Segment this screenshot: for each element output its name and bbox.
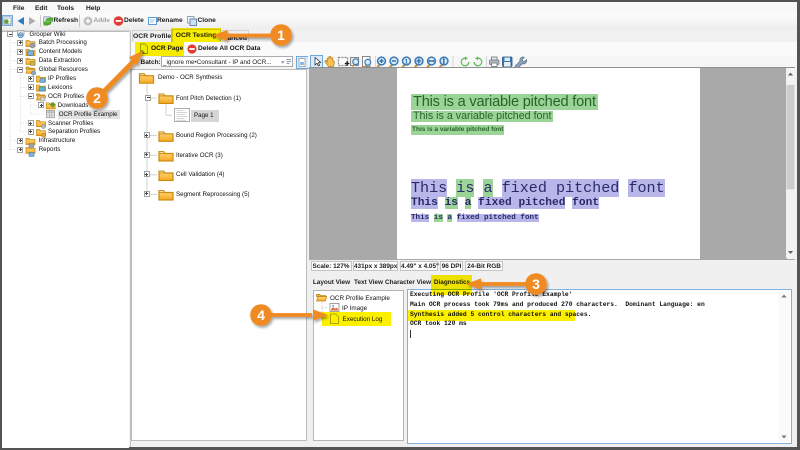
svg-text:3: 3 xyxy=(532,276,540,292)
svg-text:1: 1 xyxy=(277,27,285,43)
svg-text:4: 4 xyxy=(257,307,265,323)
svg-text:2: 2 xyxy=(93,90,101,106)
